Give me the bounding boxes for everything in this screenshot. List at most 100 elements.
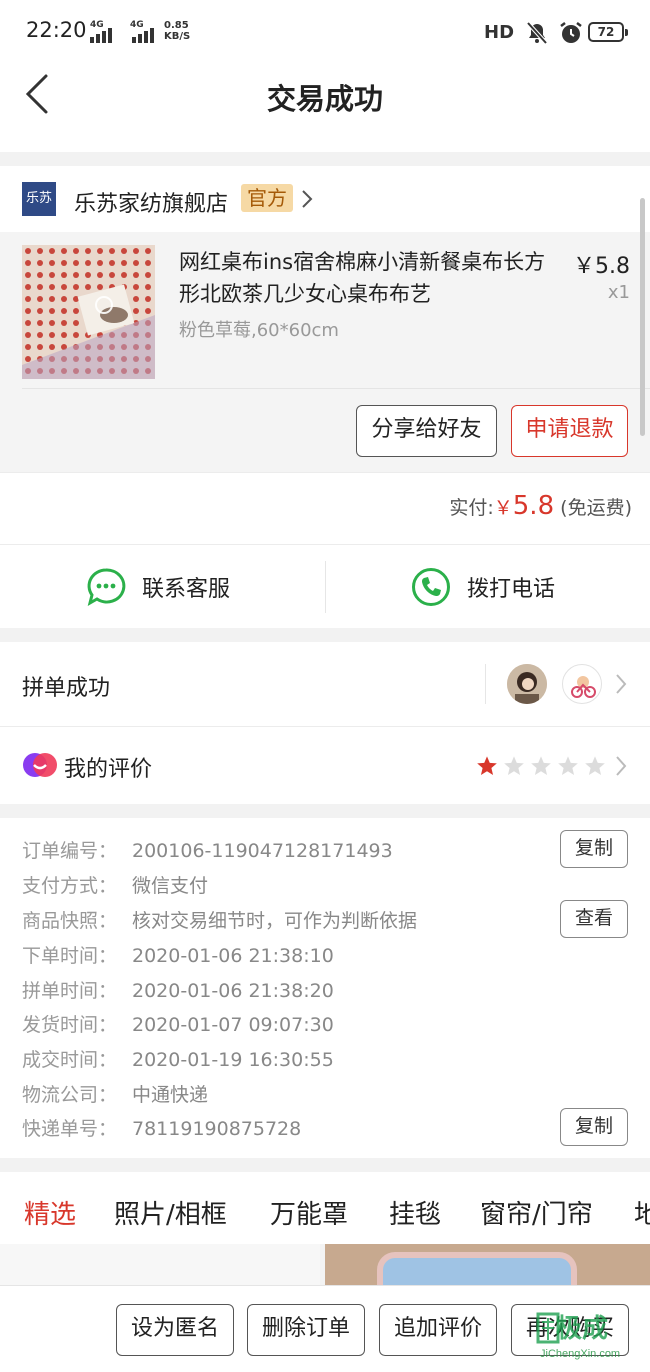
order-info: 订单编号： 200106-119047128171493 支付方式： 微信支付 商品… xyxy=(0,818,650,1158)
status-time: 22:20 xyxy=(26,18,87,42)
shop-name[interactable]: 乐苏家纺旗舰店 xyxy=(74,186,228,218)
tab-tapestry[interactable]: 挂毯 xyxy=(389,1194,441,1231)
star-empty-icon xyxy=(504,756,524,775)
nav-bar: 交易成功 xyxy=(0,64,650,152)
tab-more[interactable]: 地 xyxy=(634,1194,650,1231)
mute-icon xyxy=(526,21,548,45)
order-number-label: 订单编号： xyxy=(22,840,118,862)
payment-method-value: 微信支付 xyxy=(132,875,209,897)
view-snapshot-button[interactable]: 查看 xyxy=(560,900,628,938)
product-quantity: x1 xyxy=(607,282,630,303)
product-price: ￥5.8 xyxy=(573,254,630,279)
star-empty-icon xyxy=(531,756,551,775)
divider xyxy=(325,561,326,613)
group-buy-label: 拼单成功 xyxy=(22,676,111,701)
delete-order-button[interactable]: 删除订单 xyxy=(247,1304,365,1356)
shop-logo: 乐苏 xyxy=(22,182,56,216)
goods-item[interactable]: 网红桌布ins宿舍棉麻小清新餐桌布长方形北欧茶几少女心桌布布艺 粉色草莓,60*… xyxy=(0,232,650,472)
ship-time-value: 2020-01-07 09:07:30 xyxy=(132,1014,334,1036)
deal-time-label: 成交时间： xyxy=(22,1049,118,1071)
snapshot-row: 商品快照： 核对交易细节时，可作为判断依据 xyxy=(22,906,417,933)
rating-stars xyxy=(476,755,606,777)
contact-service-label: 联系客服 xyxy=(142,577,231,602)
order-time-row: 下单时间： 2020-01-06 21:38:10 xyxy=(22,941,334,968)
tab-curtains[interactable]: 窗帘/门帘 xyxy=(480,1194,593,1231)
chat-icon xyxy=(87,568,126,607)
call-phone-button[interactable]: 拨打电话 xyxy=(411,545,555,629)
payment-method-row: 支付方式： 微信支付 xyxy=(22,871,208,898)
divider xyxy=(485,664,486,704)
contact-service-button[interactable]: 联系客服 xyxy=(86,545,230,629)
status-bar: 22:20 4G 4G 0.85 KB/S HD 72 xyxy=(0,0,650,64)
copy-order-number-button[interactable]: 复制 xyxy=(560,830,628,868)
anonymous-button[interactable]: 设为匿名 xyxy=(116,1304,234,1356)
watermark-brand: 极成 xyxy=(556,1314,609,1344)
chevron-right-icon[interactable] xyxy=(614,754,628,778)
alarm-icon xyxy=(560,22,582,43)
group-time-label: 拼单时间： xyxy=(22,980,118,1002)
tracking-row: 快递单号： 78119190875728 xyxy=(22,1114,301,1141)
shipping-note: (免运费) xyxy=(560,497,632,519)
signal-icon-2 xyxy=(132,28,154,43)
my-review-row[interactable]: 我的评价 xyxy=(0,726,650,804)
feed-item-image[interactable] xyxy=(0,1244,320,1289)
signal-icon-1 xyxy=(90,28,112,43)
avatar[interactable] xyxy=(507,664,547,704)
product-title[interactable]: 网红桌布ins宿舍棉麻小清新餐桌布长方形北欧茶几少女心桌布布艺 xyxy=(179,246,559,310)
review-logo-icon xyxy=(23,753,57,777)
star-empty-icon xyxy=(585,756,605,775)
deal-time-row: 成交时间： 2020-01-19 16:30:55 xyxy=(22,1045,334,1072)
group-time-row: 拼单时间： 2020-01-06 21:38:20 xyxy=(22,976,334,1003)
watermark: 极成 JiChengXin.com xyxy=(530,1308,650,1372)
tracking-label: 快递单号： xyxy=(22,1118,118,1140)
order-number-row: 订单编号： 200106-119047128171493 xyxy=(22,836,393,863)
call-phone-label: 拨打电话 xyxy=(467,577,556,602)
my-review-label: 我的评价 xyxy=(64,757,153,782)
courier-label: 物流公司： xyxy=(22,1084,118,1106)
paid-value: 5.8 xyxy=(512,491,555,521)
avatar[interactable] xyxy=(562,664,602,704)
tab-photo-frames[interactable]: 照片/相框 xyxy=(114,1194,227,1231)
divider xyxy=(22,388,650,389)
battery-icon: 72 xyxy=(588,22,628,42)
shop-header[interactable]: 乐苏 乐苏家纺旗舰店 官方 xyxy=(0,166,650,232)
refund-button[interactable]: 申请退款 xyxy=(511,405,628,457)
ship-time-label: 发货时间： xyxy=(22,1014,118,1036)
order-time-value: 2020-01-06 21:38:10 xyxy=(132,945,334,967)
order-time-label: 下单时间： xyxy=(22,945,118,967)
paid-label: 实付: xyxy=(449,497,494,519)
phone-icon xyxy=(412,568,450,606)
order-number-value: 200106-119047128171493 xyxy=(132,840,393,862)
speed-unit: KB/S xyxy=(164,31,191,42)
deal-time-value: 2020-01-19 16:30:55 xyxy=(132,1049,334,1071)
paid-amount: 实付:￥5.8 (免运费) xyxy=(449,491,632,521)
copy-tracking-button[interactable]: 复制 xyxy=(560,1108,628,1146)
product-spec: 粉色草莓,60*60cm xyxy=(179,320,339,341)
star-filled-icon xyxy=(477,756,497,775)
star-empty-icon xyxy=(558,756,578,775)
payment-method-label: 支付方式： xyxy=(22,875,118,897)
official-badge: 官方 xyxy=(241,184,293,212)
share-button[interactable]: 分享给好友 xyxy=(356,405,497,457)
product-image[interactable] xyxy=(22,245,155,379)
tab-covers[interactable]: 万能罩 xyxy=(270,1194,348,1231)
contact-bar: 联系客服 拨打电话 xyxy=(0,544,650,628)
group-buy-row[interactable]: 拼单成功 xyxy=(0,642,650,726)
chevron-right-icon[interactable] xyxy=(298,188,316,210)
recommendation-feed xyxy=(0,1244,650,1289)
chevron-right-icon[interactable] xyxy=(614,672,628,696)
category-tabs: 精选 照片/相框 万能罩 挂毯 窗帘/门帘 地 xyxy=(0,1172,650,1250)
watermark-url: JiChengXin.com xyxy=(540,1348,621,1360)
snapshot-value: 核对交易细节时，可作为判断依据 xyxy=(132,910,418,932)
courier-value: 中通快递 xyxy=(132,1084,209,1106)
scroll-indicator xyxy=(640,198,645,436)
tracking-value: 78119190875728 xyxy=(132,1118,302,1140)
ship-time-row: 发货时间： 2020-01-07 09:07:30 xyxy=(22,1010,334,1037)
speed-value: 0.85 xyxy=(164,20,189,31)
network-speed: 0.85 KB/S xyxy=(164,20,190,42)
add-review-button[interactable]: 追加评价 xyxy=(379,1304,497,1356)
feed-item-image[interactable] xyxy=(325,1244,650,1289)
payment-summary: 实付:￥5.8 (免运费) xyxy=(0,472,650,544)
tab-featured[interactable]: 精选 xyxy=(24,1194,76,1231)
hd-indicator: HD xyxy=(484,22,515,43)
